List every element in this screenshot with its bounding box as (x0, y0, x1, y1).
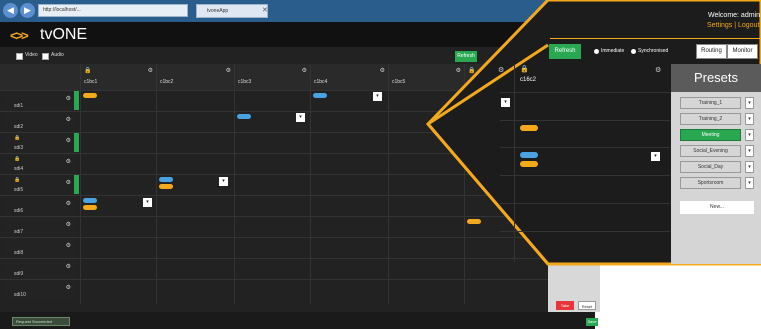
preset-social-day[interactable]: Social_Day (680, 161, 741, 173)
preset-training-1[interactable]: Training_1 (680, 97, 741, 109)
welcome-text: Welcome: admin (708, 12, 761, 19)
route-dropdown[interactable]: ▾ (651, 152, 660, 161)
new-preset-button[interactable]: New... (680, 201, 754, 214)
zoom-row-line (500, 92, 670, 93)
settings-logout-links[interactable]: Settings | Logout (707, 22, 759, 29)
zoom-row-line (500, 203, 670, 204)
synchronised-radio[interactable] (631, 49, 636, 54)
lock-icon: 🔒 (520, 66, 529, 73)
preset-meeting[interactable]: Meeting (680, 129, 741, 141)
preset-dropdown[interactable]: ▾ (745, 113, 754, 125)
presets-title: Presets (693, 70, 739, 85)
immediate-radio[interactable] (594, 49, 599, 54)
zoom-row-line (500, 147, 670, 148)
refresh-button[interactable]: Refresh (549, 44, 581, 59)
preset-social-evening[interactable]: Social_Evening (680, 145, 741, 157)
zoom-col-line (514, 64, 515, 262)
preset-dropdown[interactable]: ▾ (745, 97, 754, 109)
zoom-divider (550, 38, 760, 39)
gear-icon[interactable]: ⚙ (655, 66, 661, 74)
route-dropdown[interactable]: ▾ (501, 98, 510, 107)
zoom-row-line (500, 175, 670, 176)
tab-routing[interactable]: Routing (696, 44, 727, 59)
route-tag[interactable] (520, 161, 538, 167)
route-tag[interactable] (520, 125, 538, 131)
preset-dropdown[interactable]: ▾ (745, 129, 754, 141)
preset-dropdown[interactable]: ▾ (745, 145, 754, 157)
zoom-row-line (500, 231, 670, 232)
zoom-row-line (500, 120, 670, 121)
preset-dropdown[interactable]: ▾ (745, 161, 754, 173)
synchronised-label: Synchronised (638, 48, 669, 54)
preset-training-2[interactable]: Training_2 (680, 113, 741, 125)
immediate-label: Immediate (601, 48, 625, 54)
route-tag[interactable] (520, 152, 538, 158)
tab-monitor[interactable]: Monitor (727, 44, 758, 59)
column-name: c16c2 (520, 77, 537, 83)
preset-dropdown[interactable]: ▾ (745, 177, 754, 189)
preset-sportsroom[interactable]: Sportsroom (680, 177, 741, 189)
gear-icon[interactable]: ⚙ (498, 66, 504, 74)
